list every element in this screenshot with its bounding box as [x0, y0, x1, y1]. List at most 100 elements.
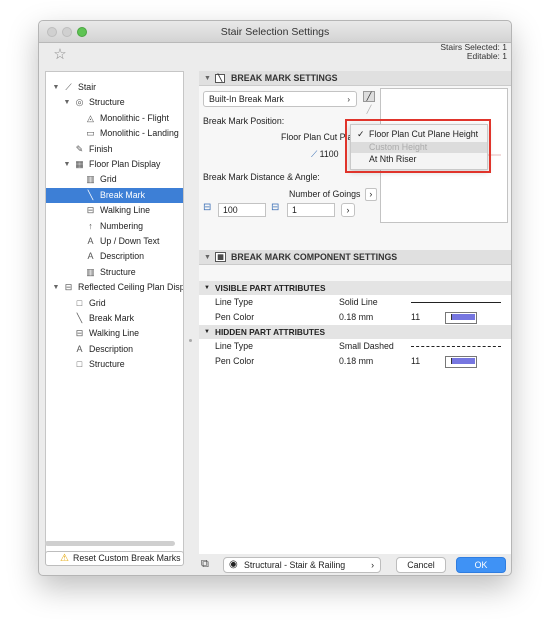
cut-height-field[interactable]: ⟋ 1100	[311, 148, 339, 160]
tree-item-label: Description	[100, 251, 145, 262]
tree-item[interactable]: ▼ ◎ Structure	[46, 95, 183, 110]
layers-icon[interactable]: ⧉	[201, 557, 219, 571]
pen-color-swatch[interactable]	[445, 356, 477, 368]
disclosure-triangle-icon[interactable]: ▼	[63, 157, 71, 172]
tree-item-label: Finish	[89, 143, 113, 154]
title-bar: Stair Selection Settings	[39, 21, 511, 43]
break-mark-icon: ╲	[87, 189, 94, 200]
goings-popup[interactable]: Number of Goings ›	[289, 188, 377, 201]
cancel-button[interactable]: Cancel	[396, 557, 446, 573]
tree-item[interactable]: ▥ Structure	[46, 265, 183, 280]
chevron-right-icon: ›	[364, 188, 377, 201]
tree-item[interactable]: A Description	[46, 342, 183, 357]
distance-input[interactable]: 100	[218, 203, 266, 217]
break-mark-type-popup[interactable]: Built-In Break Mark ›	[203, 91, 357, 107]
disclosure-triangle-icon[interactable]: ▼	[52, 80, 60, 95]
eye-icon: ◉	[229, 559, 238, 570]
grid-box-icon: □	[76, 297, 83, 308]
line-type-value: Solid Line	[339, 297, 378, 307]
hidden-part-title: HIDDEN PART ATTRIBUTES	[215, 327, 326, 337]
tree-item[interactable]: ⊟ Walking Line	[46, 203, 183, 218]
line-type-label: Line Type	[215, 297, 253, 307]
finish-icon: ✎	[75, 143, 84, 154]
tree-item-label: Grid	[89, 297, 106, 308]
break-mark-type-value: Built-In Break Mark	[209, 94, 284, 104]
tree-item-label: Structure	[100, 266, 136, 277]
tree-item[interactable]: A Up / Down Text	[46, 234, 183, 249]
settings-tree[interactable]: ▼ ⟋ Stair ▼ ◎ Structure ◬ Monolithic - Flight ▭ M…	[45, 71, 184, 554]
pen-number: 11	[411, 356, 421, 366]
tree-item-label: Monolithic - Flight	[100, 112, 169, 123]
grid-icon: ▥	[86, 174, 95, 185]
tree-item[interactable]: ▼ ⊟ Reflected Ceiling Plan Displ	[46, 280, 183, 295]
pen-size: 0.18 mm	[339, 312, 374, 322]
hidden-part-header[interactable]: ▼ HIDDEN PART ATTRIBUTES	[199, 325, 511, 340]
tree-horizontal-scrollbar[interactable]	[45, 541, 175, 546]
tree-item[interactable]: ◬ Monolithic - Flight	[46, 111, 183, 126]
break-mark-style-icon[interactable]: ╱	[363, 91, 375, 102]
tree-item[interactable]: ▥ Grid	[46, 172, 183, 187]
dashed-line-preview	[411, 346, 501, 347]
table-row[interactable]: Pen Color 0.18 mm 11	[199, 310, 511, 326]
disclosure-triangle-icon[interactable]: ▼	[52, 280, 60, 295]
flight-icon: ◬	[87, 112, 94, 123]
table-row[interactable]: Line Type Small Dashed	[199, 339, 511, 355]
break-mark-component-settings-header[interactable]: ▼ ▦ BREAK MARK COMPONENT SETTINGS	[199, 250, 511, 265]
tree-item[interactable]: ✎ Finish	[46, 142, 183, 157]
break-mark-settings-header[interactable]: ▼ ╲ BREAK MARK SETTINGS	[199, 71, 511, 86]
tree-item[interactable]: ⊟ Walking Line	[46, 326, 183, 341]
stair-selection-settings-window: Stair Selection Settings ☆ Stairs Select…	[38, 20, 512, 576]
favorites-star-icon[interactable]: ☆	[51, 46, 69, 64]
chevron-right-icon: ›	[371, 560, 374, 570]
tree-item-label: Stair	[78, 82, 97, 92]
break-mark-style-alt-icon[interactable]: ╱	[363, 106, 375, 114]
distance-icon: ⊟	[203, 202, 212, 213]
break-mark-position-label: Break Mark Position:	[203, 116, 285, 126]
goings-stepper-button[interactable]: ›	[341, 203, 355, 217]
disclosure-triangle-icon[interactable]: ▼	[63, 95, 71, 110]
chevron-right-icon: ›	[347, 95, 350, 104]
window-title: Stair Selection Settings	[220, 26, 330, 38]
table-empty-area	[199, 369, 511, 554]
break-mark-settings-title: BREAK MARK SETTINGS	[231, 73, 338, 83]
ok-button[interactable]: OK	[456, 557, 506, 573]
text-icon: A	[87, 251, 94, 262]
layer-popup-label: Structural - Stair & Railing	[244, 560, 346, 570]
tree-item[interactable]: □ Structure	[46, 357, 183, 372]
editable-count: Editable: 1	[466, 51, 507, 61]
reset-custom-break-marks-button[interactable]: ⚠ Reset Custom Break Marks	[45, 551, 184, 566]
floor-plan-icon: ▦	[75, 159, 84, 169]
tree-item-label: Floor Plan Display	[89, 159, 161, 169]
collapse-triangle-icon: ▼	[204, 75, 211, 82]
tree-item-label: Structure	[89, 359, 125, 370]
goings-input[interactable]: 1	[287, 203, 335, 217]
tree-item[interactable]: ↑ Numbering	[46, 219, 183, 234]
layer-popup[interactable]: ◉ Structural - Stair & Railing ›	[223, 557, 381, 573]
tree-item[interactable]: □ Grid	[46, 296, 183, 311]
pen-color-swatch[interactable]	[445, 312, 477, 324]
tree-item[interactable]: ╲ Break Mark	[46, 311, 183, 326]
collapse-triangle-icon: ▼	[204, 254, 211, 261]
selection-info: Stairs Selected: 1 Editable: 1	[440, 43, 507, 61]
pen-color-label: Pen Color	[215, 312, 255, 322]
tree-item[interactable]: ╲ Break Mark	[46, 187, 183, 203]
highlight-box	[345, 119, 491, 173]
tree-item-label: Structure	[89, 97, 125, 108]
collapse-triangle-icon: ▼	[204, 329, 210, 335]
line-type-label: Line Type	[215, 341, 253, 351]
break-mark-section-icon: ╲	[215, 74, 225, 83]
panel-splitter[interactable]	[185, 71, 199, 554]
visible-part-header[interactable]: ▼ VISIBLE PART ATTRIBUTES	[199, 281, 511, 296]
table-row[interactable]: Pen Color 0.18 mm 11	[199, 354, 511, 370]
line-type-value: Small Dashed	[339, 341, 394, 351]
visible-part-title: VISIBLE PART ATTRIBUTES	[215, 283, 326, 293]
height-icon: ⟋	[311, 149, 318, 159]
tree-item[interactable]: A Description	[46, 249, 183, 264]
text-icon: A	[76, 343, 83, 354]
pen-size: 0.18 mm	[339, 356, 374, 366]
tree-item-label: Description	[89, 343, 134, 354]
tree-item[interactable]: ▭ Monolithic - Landing	[46, 126, 183, 141]
table-row[interactable]: Line Type Solid Line	[199, 295, 511, 311]
tree-item[interactable]: ▼ ⟋ Stair	[46, 80, 183, 95]
tree-item[interactable]: ▼ ▦ Floor Plan Display	[46, 157, 183, 172]
